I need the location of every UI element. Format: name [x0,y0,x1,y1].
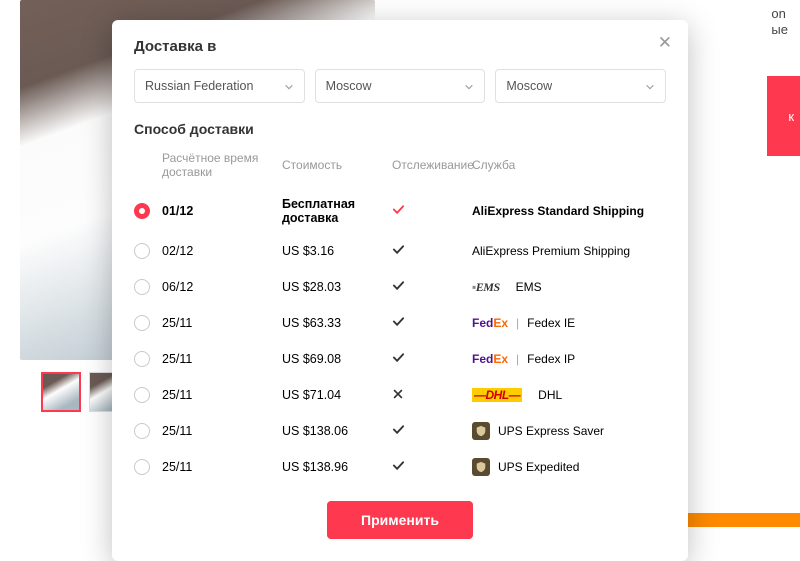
shipping-service: FedEx | Fedex IE [472,316,666,330]
tracking-status [392,423,472,439]
region-value: Moscow [326,79,372,93]
header-service: Служба [472,158,666,172]
shipping-method-title: Способ доставки [134,121,666,137]
shipping-cost: US $63.33 [282,316,392,330]
service-name: AliExpress Premium Shipping [472,244,630,258]
shipping-cost: US $138.96 [282,460,392,474]
shipping-service: UPS Express Saver [472,422,666,440]
check-icon [392,423,405,439]
shipping-service: UPS Expedited [472,458,666,476]
radio-button[interactable] [134,351,150,367]
radio-button[interactable] [134,387,150,403]
modal-title: Доставка в [134,38,666,55]
apply-button[interactable]: Применить [327,501,473,539]
table-header: Расчётное время доставки Стоимость Отсле… [134,145,666,189]
service-name: UPS Expedited [498,460,579,474]
check-icon [392,315,405,331]
radio-button[interactable] [134,203,150,219]
delivery-date: 25/11 [162,460,282,474]
shipping-service: AliExpress Standard Shipping [472,204,666,218]
country-value: Russian Federation [145,79,253,93]
fedex-logo: FedEx [472,352,508,366]
country-select[interactable]: Russian Federation [134,69,305,103]
delivery-date: 25/11 [162,352,282,366]
delivery-date: 25/11 [162,424,282,438]
radio-button[interactable] [134,243,150,259]
shipping-option[interactable]: 25/11US $69.08 FedEx | Fedex IP [134,341,666,377]
delivery-date: 02/12 [162,244,282,258]
shipping-option[interactable]: 06/12US $28.03 ▪EMS EMS [134,269,666,305]
tracking-status [392,243,472,259]
close-icon[interactable]: ✕ [658,34,672,51]
shipping-option[interactable]: 25/11US $138.06 UPS Express Saver [134,413,666,449]
tracking-status [392,315,472,331]
service-name: UPS Express Saver [498,424,604,438]
shipping-cost: US $138.06 [282,424,392,438]
shipping-option[interactable]: 25/11US $71.04 —DHL— DHL [134,377,666,413]
shipping-service: —DHL— DHL [472,388,666,402]
location-selects: Russian Federation Moscow Moscow [134,69,666,103]
apply-wrap: Применить [134,501,666,539]
city-select[interactable]: Moscow [495,69,666,103]
check-icon [392,459,405,475]
check-icon [392,351,405,367]
fedex-logo: FedEx [472,316,508,330]
tracking-status [392,351,472,367]
radio-button[interactable] [134,459,150,475]
header-cost: Стоимость [282,158,392,172]
shipping-option[interactable]: 02/12US $3.16 AliExpress Premium Shipping [134,233,666,269]
ups-logo [472,422,490,440]
delivery-date: 01/12 [162,204,282,218]
shipping-service: AliExpress Premium Shipping [472,244,666,258]
tracking-status [392,279,472,295]
modal-overlay: ✕ Доставка в Russian Federation Moscow M… [0,0,800,527]
city-value: Moscow [506,79,552,93]
separator: | [516,352,519,366]
tracking-status [392,203,472,219]
delivery-date: 06/12 [162,280,282,294]
service-name: Fedex IE [527,316,575,330]
check-icon [392,279,405,295]
shipping-option[interactable]: 25/11US $138.96 UPS Expedited [134,449,666,485]
delivery-date: 25/11 [162,388,282,402]
shipping-modal: ✕ Доставка в Russian Federation Moscow M… [112,20,688,561]
service-name: DHL [538,388,562,402]
ups-logo [472,458,490,476]
radio-button[interactable] [134,423,150,439]
dhl-logo: —DHL— [472,388,522,402]
shipping-cost: Бесплатнаядоставка [282,197,392,225]
chevron-down-icon [645,81,655,91]
header-time: Расчётное время доставки [162,151,282,179]
service-name: AliExpress Standard Shipping [472,204,644,218]
shipping-cost: US $3.16 [282,244,392,258]
tracking-status [392,459,472,475]
radio-button[interactable] [134,279,150,295]
radio-button[interactable] [134,315,150,331]
shipping-cost: US $69.08 [282,352,392,366]
shipping-cost: US $28.03 [282,280,392,294]
chevron-down-icon [464,81,474,91]
chevron-down-icon [284,81,294,91]
service-name: EMS [516,280,542,294]
header-tracking: Отслеживание [392,158,472,172]
shipping-option[interactable]: 01/12Бесплатнаядоставка AliExpress Standa… [134,189,666,233]
shipping-service: ▪EMS EMS [472,280,666,295]
shipping-options-list: 01/12Бесплатнаядоставка AliExpress Standa… [134,189,666,485]
service-name: Fedex IP [527,352,575,366]
region-select[interactable]: Moscow [315,69,486,103]
check-icon [392,203,405,219]
shipping-service: FedEx | Fedex IP [472,352,666,366]
shipping-cost: US $71.04 [282,388,392,402]
cross-icon [392,388,404,403]
separator: | [516,316,519,330]
check-icon [392,243,405,259]
ems-logo: ▪EMS [472,280,500,295]
delivery-date: 25/11 [162,316,282,330]
tracking-status [392,388,472,403]
shipping-option[interactable]: 25/11US $63.33 FedEx | Fedex IE [134,305,666,341]
